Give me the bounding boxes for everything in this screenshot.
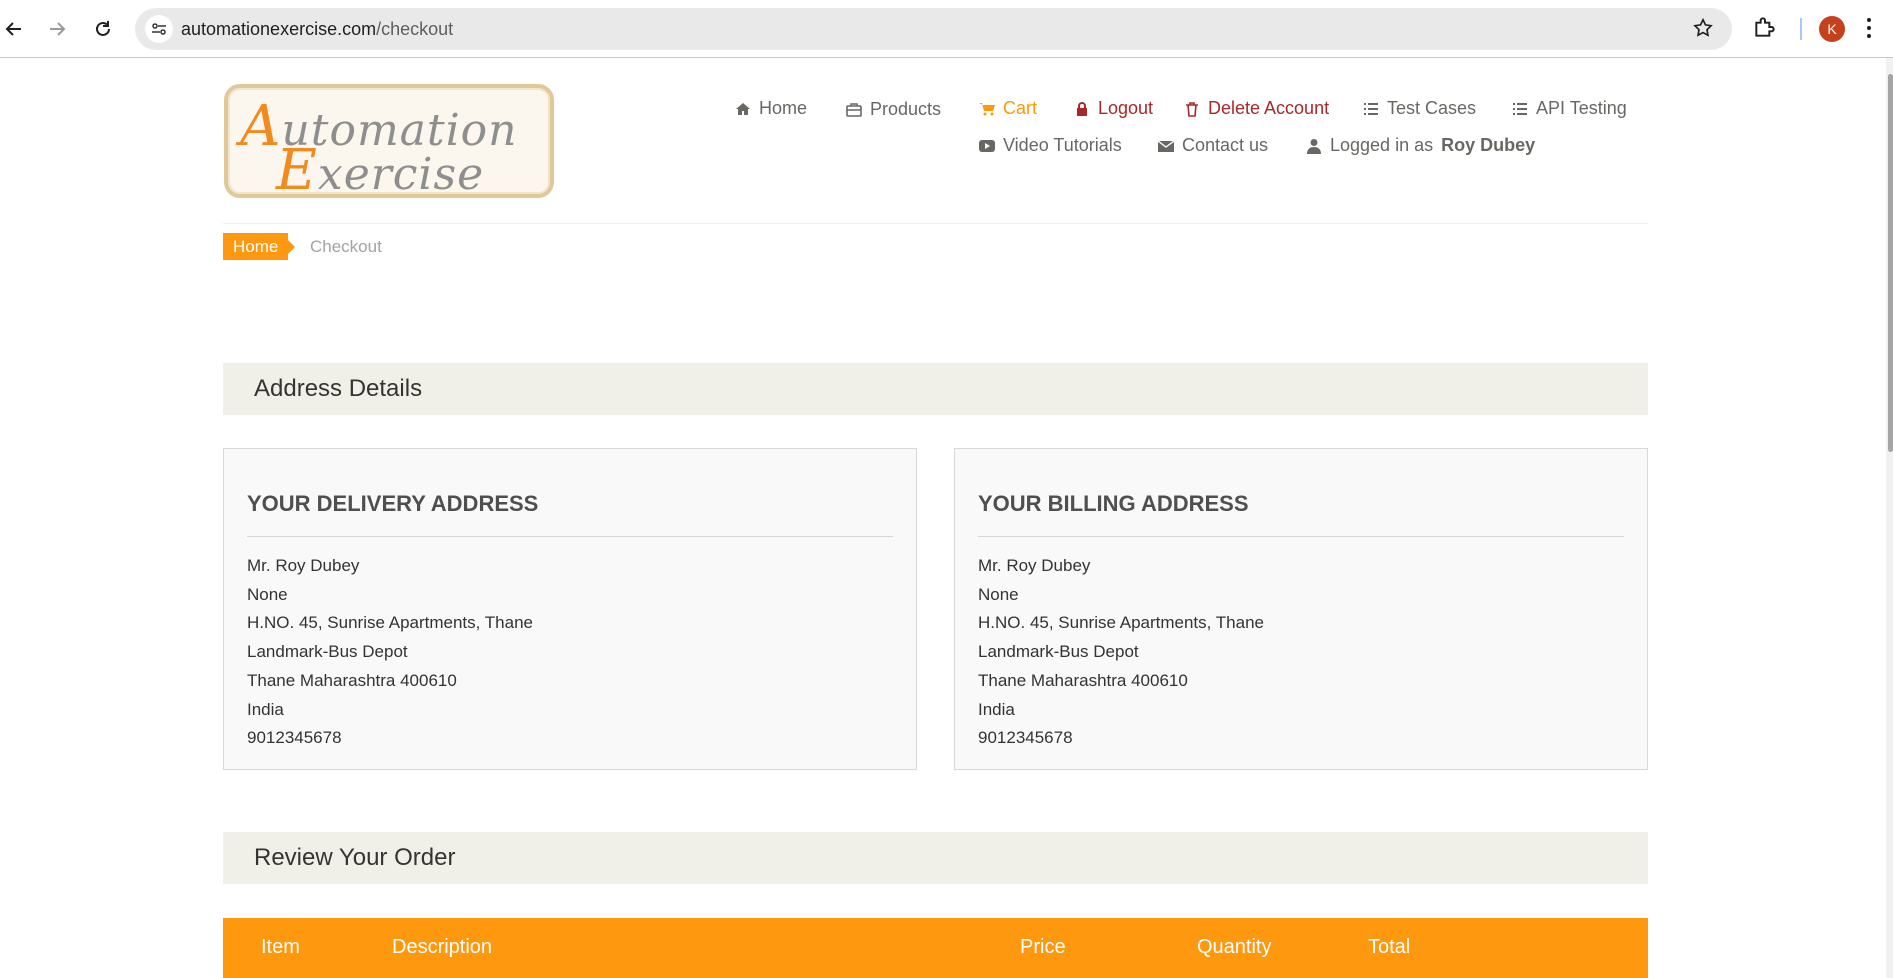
- url-text: automationexercise.com/checkout: [181, 19, 453, 40]
- profile-initial: K: [1827, 21, 1837, 37]
- address-details-heading: Address Details: [223, 363, 1648, 415]
- reload-icon: [96, 21, 110, 36]
- nav-api-testing-label: API Testing: [1536, 98, 1627, 118]
- billing-address-line2: Landmark-Bus Depot: [978, 642, 1139, 661]
- lock-icon: [1077, 101, 1087, 116]
- header-divider: [223, 223, 1648, 224]
- column-description: Description: [392, 936, 493, 958]
- delivery-address-box: YOUR DELIVERY ADDRESS Mr. Roy Dubey None…: [223, 448, 917, 770]
- order-table-header: Item Description Price Quantity Total: [223, 918, 1648, 978]
- column-price: Price: [1020, 936, 1066, 958]
- billing-phone: 9012345678: [978, 728, 1073, 747]
- billing-address-title: YOUR BILLING ADDRESS: [978, 491, 1249, 516]
- billing-company: None: [978, 585, 1019, 604]
- nav-delete-account[interactable]: Delete Account: [1184, 98, 1329, 119]
- nav-delete-account-label: Delete Account: [1208, 98, 1330, 118]
- reload-button[interactable]: [86, 12, 120, 46]
- delivery-name: Mr. Roy Dubey: [247, 556, 360, 575]
- nav-home-label: Home: [759, 98, 808, 118]
- nav-contact-us-label: Contact us: [1182, 135, 1269, 155]
- nav-logged-in: Logged in as Roy Dubey: [1306, 135, 1535, 156]
- nav-test-cases[interactable]: Test Cases: [1363, 98, 1476, 119]
- delivery-address-divider: [247, 536, 893, 537]
- nav-products[interactable]: Products: [846, 99, 941, 120]
- nav-logout[interactable]: Logout: [1074, 98, 1153, 119]
- site-info-icon[interactable]: [145, 15, 173, 43]
- delivery-address-title: YOUR DELIVERY ADDRESS: [247, 491, 539, 516]
- delivery-company: None: [247, 585, 288, 604]
- kebab-menu-icon[interactable]: [1866, 16, 1872, 45]
- back-arrow-icon: [5, 22, 21, 36]
- back-button[interactable]: [0, 12, 31, 46]
- nav-cart[interactable]: Cart: [979, 98, 1037, 119]
- url-path: /checkout: [376, 19, 454, 39]
- nav-home[interactable]: Home: [735, 98, 807, 119]
- list-icon: [1364, 102, 1378, 115]
- logo-line-2: Exercise: [276, 138, 485, 203]
- billing-name: Mr. Roy Dubey: [978, 556, 1091, 575]
- address-bar[interactable]: automationexercise.com/checkout: [135, 8, 1732, 50]
- nav-test-cases-label: Test Cases: [1387, 98, 1477, 118]
- nav-video-tutorials-label: Video Tutorials: [1003, 135, 1122, 155]
- nav-video-tutorials[interactable]: Video Tutorials: [979, 135, 1122, 156]
- trash-icon: [1186, 101, 1198, 117]
- nav-cart-label: Cart: [1003, 98, 1038, 118]
- page-scrollbar-thumb[interactable]: [1888, 74, 1893, 452]
- toolbar-divider: [1800, 18, 1802, 40]
- home-icon: [736, 102, 750, 115]
- billing-country: India: [978, 700, 1015, 719]
- column-quantity: Quantity: [1197, 936, 1272, 958]
- browser-toolbar: automationexercise.com/checkout K: [0, 0, 1893, 58]
- logged-in-label: Logged in as: [1330, 135, 1434, 155]
- briefcase-icon: [846, 102, 862, 117]
- logged-in-username: Roy Dubey: [1441, 135, 1536, 155]
- billing-address-divider: [978, 536, 1624, 537]
- nav-logout-label: Logout: [1098, 98, 1154, 118]
- profile-avatar[interactable]: K: [1819, 16, 1845, 42]
- youtube-play-icon: [979, 139, 995, 152]
- site-logo[interactable]: Automation Exercise: [224, 84, 554, 203]
- delivery-country: India: [247, 700, 284, 719]
- billing-address-line1: H.NO. 45, Sunrise Apartments, Thane: [978, 613, 1264, 632]
- user-icon: [1307, 138, 1321, 154]
- breadcrumb-current: Checkout: [310, 237, 382, 256]
- extensions-puzzle-icon[interactable]: [1752, 14, 1778, 45]
- delivery-city-state-zip: Thane Maharashtra 400610: [247, 671, 457, 690]
- forward-button[interactable]: [40, 12, 74, 46]
- billing-address-box: YOUR BILLING ADDRESS Mr. Roy Dubey None …: [954, 448, 1648, 770]
- envelope-icon: [1158, 139, 1174, 152]
- bookmark-star-icon[interactable]: [1692, 17, 1714, 44]
- delivery-address-line2: Landmark-Bus Depot: [247, 642, 408, 661]
- list-icon: [1513, 102, 1527, 115]
- breadcrumb-home[interactable]: Home: [223, 233, 296, 260]
- nav-api-testing[interactable]: API Testing: [1512, 98, 1627, 119]
- url-host: automationexercise.com: [181, 19, 377, 39]
- delivery-phone: 9012345678: [247, 728, 342, 747]
- forward-arrow-icon: [50, 22, 66, 36]
- column-total: Total: [1368, 936, 1411, 958]
- review-order-heading: Review Your Order: [223, 832, 1648, 884]
- delivery-address-line1: H.NO. 45, Sunrise Apartments, Thane: [247, 613, 533, 632]
- shopping-cart-icon: [979, 102, 995, 115]
- column-item: Item: [261, 936, 300, 958]
- nav-contact-us[interactable]: Contact us: [1158, 135, 1268, 156]
- billing-city-state-zip: Thane Maharashtra 400610: [978, 671, 1188, 690]
- nav-products-label: Products: [870, 99, 942, 119]
